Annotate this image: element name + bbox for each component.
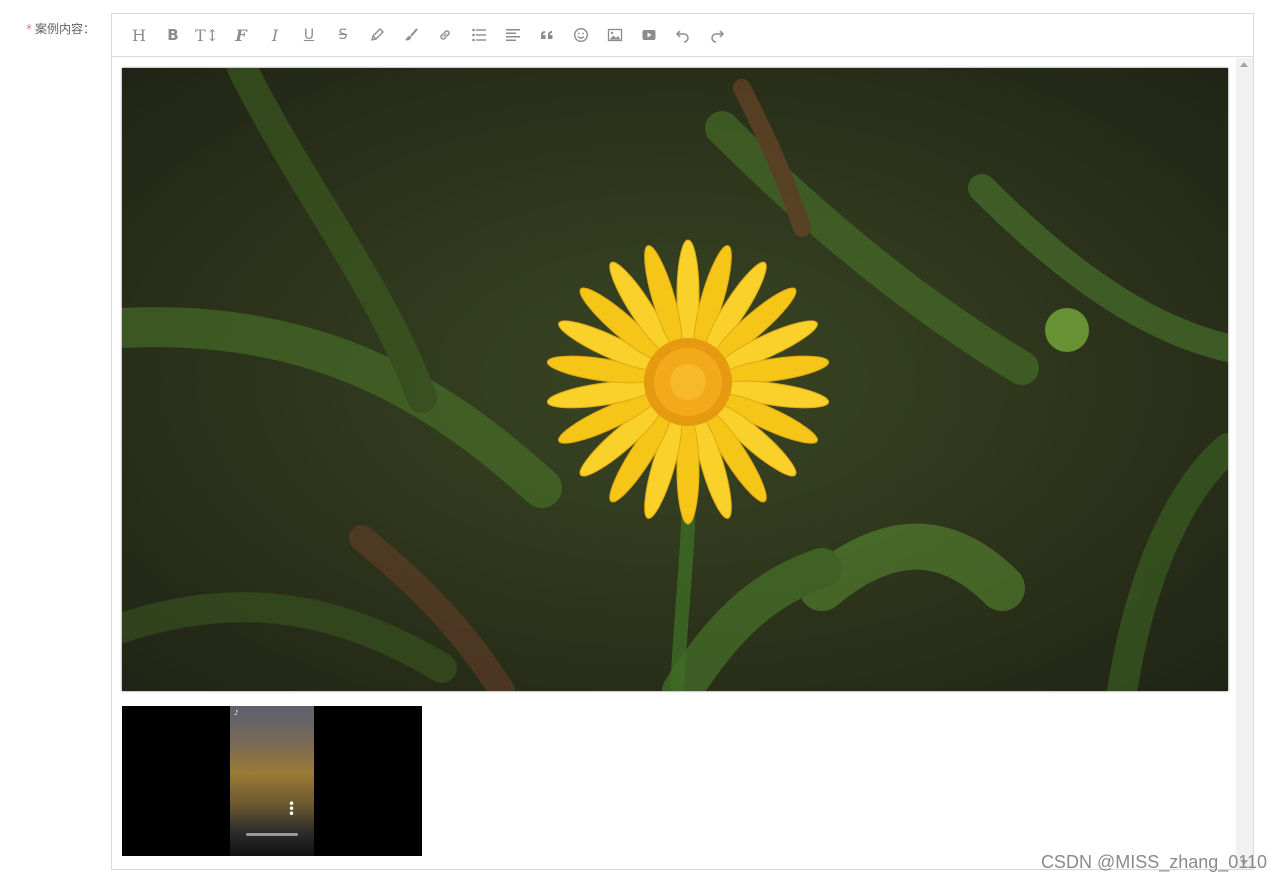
rich-text-editor[interactable]: H B T↕ F I U S ♪ • • • (111, 13, 1254, 870)
required-mark: * (26, 22, 32, 36)
editor-toolbar: H B T↕ F I U S (112, 14, 1253, 57)
content-image[interactable] (122, 68, 1228, 691)
undo-icon (675, 30, 689, 43)
form-label: * 案例内容： (26, 20, 95, 38)
quote-button[interactable] (530, 18, 564, 52)
brush-icon (405, 28, 418, 41)
daisy-photo (122, 68, 1228, 691)
background-color-button[interactable] (394, 18, 428, 52)
redo-button[interactable] (700, 18, 734, 52)
video-thumbnail: ♪ • • • (230, 706, 314, 856)
link-icon (440, 30, 450, 40)
tiktok-icon: ♪ (234, 709, 239, 717)
justify-button[interactable] (496, 18, 530, 52)
heading-icon: H (132, 25, 146, 45)
emoji-icon (573, 27, 589, 43)
list-button[interactable] (462, 18, 496, 52)
align-icon (506, 29, 520, 41)
scroll-up-icon[interactable] (1240, 62, 1248, 67)
redo-icon (711, 30, 725, 43)
content-video[interactable]: ♪ • • • (122, 706, 422, 856)
image-button[interactable] (598, 18, 632, 52)
video-icon (642, 30, 656, 40)
video-button[interactable] (632, 18, 666, 52)
watermark: CSDN @MISS_zhang_0110 (1040, 852, 1267, 872)
underline-button[interactable]: U (292, 18, 326, 52)
heading-button[interactable]: H (122, 18, 156, 52)
italic-icon: I (271, 25, 279, 45)
list-icon (472, 28, 486, 42)
editor-content-area[interactable]: ♪ • • • (112, 58, 1253, 869)
pencil-icon (371, 28, 384, 41)
bold-button[interactable]: B (156, 18, 190, 52)
undo-button[interactable] (666, 18, 700, 52)
more-dots-icon: • • • (288, 797, 296, 821)
italic-button[interactable]: I (258, 18, 292, 52)
image-icon (607, 28, 623, 42)
underline-icon: U (303, 27, 315, 43)
font-size-button[interactable]: T↕ (190, 18, 224, 52)
text-color-button[interactable] (360, 18, 394, 52)
field-label: 案例内容： (35, 22, 96, 36)
strikethrough-icon: S (338, 27, 348, 43)
bold-icon: B (167, 26, 179, 44)
strikethrough-button[interactable]: S (326, 18, 360, 52)
content-scrollbar[interactable] (1236, 58, 1253, 869)
emoticon-button[interactable] (564, 18, 598, 52)
font-family-button[interactable]: F (224, 18, 258, 52)
font-family-icon: F (235, 25, 247, 45)
link-button[interactable] (428, 18, 462, 52)
quote-icon (541, 31, 553, 39)
font-size-icon: T↕ (194, 25, 220, 45)
video-progress-bar (246, 833, 298, 836)
